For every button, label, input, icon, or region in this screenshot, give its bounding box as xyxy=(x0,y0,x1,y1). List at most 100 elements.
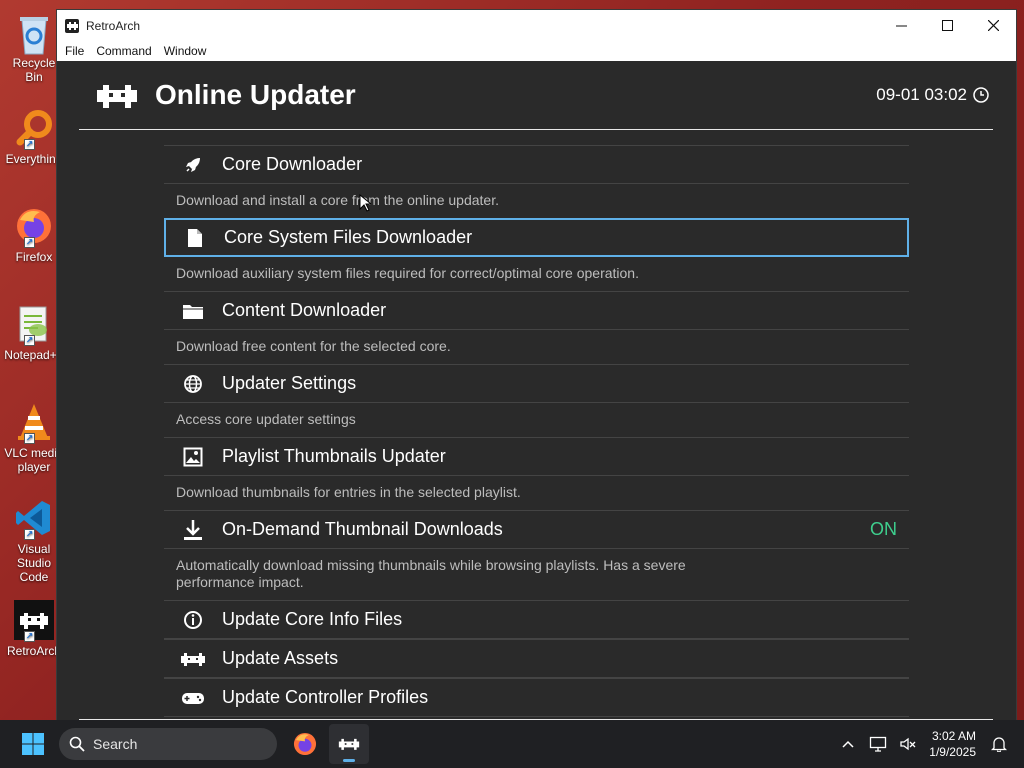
notifications-button[interactable] xyxy=(984,736,1014,752)
retroarch-icon xyxy=(65,18,79,33)
shortcut-arrow-icon: ↗ xyxy=(24,237,35,248)
desktop-icon-label: Everything xyxy=(5,152,63,166)
desktop-icon-everything[interactable]: ↗ Everything xyxy=(4,108,64,166)
retroarch-window: RetroArch File Command Window Online Upd… xyxy=(56,9,1017,721)
page-title: Online Updater xyxy=(155,79,356,110)
firefox-icon xyxy=(293,732,317,756)
system-tray: 3:02 AM 1/9/2025 xyxy=(833,728,1024,760)
desktop-icon-vscode[interactable]: ↗ Visual Studio Code xyxy=(4,498,64,584)
desktop-icon-label: Notepad++ xyxy=(4,348,64,362)
menu-item-label: Content Downloader xyxy=(222,300,387,320)
windows-logo-icon xyxy=(22,733,44,755)
firefox-icon: ↗ xyxy=(14,206,54,248)
network-button[interactable] xyxy=(863,736,893,752)
menu-item-sublabel: Download thumbnails for entries in the s… xyxy=(176,484,521,500)
retroarch-menu-area: Online Updater 09-01 03:02 Core Download… xyxy=(57,61,1016,721)
menu-item-sublabel: Access core updater settings xyxy=(176,411,356,427)
search-icon xyxy=(69,736,85,752)
menu-bar: File Command Window xyxy=(57,41,1016,61)
menu-item-label: Update Controller Profiles xyxy=(222,687,429,707)
network-icon xyxy=(870,736,887,752)
desktop-icon-label: Firefox xyxy=(15,250,53,264)
menu-item-label: Playlist Thumbnails Updater xyxy=(222,446,446,466)
menu-item-sublabel: Automatically download missing thumbnail… xyxy=(176,557,686,590)
mouse-cursor-icon xyxy=(359,194,371,212)
chevron-up-icon xyxy=(842,740,854,748)
download-icon xyxy=(164,519,222,541)
vscode-icon: ↗ xyxy=(14,498,54,540)
bell-icon xyxy=(991,737,1007,752)
vlc-icon: ↗ xyxy=(14,402,54,444)
desktop-icon-notepadpp[interactable]: ↗ Notepad++ xyxy=(4,304,64,362)
taskbar-firefox[interactable] xyxy=(285,724,325,764)
close-button[interactable] xyxy=(970,10,1016,41)
menu-item-label: On-Demand Thumbnail Downloads xyxy=(222,519,503,539)
clock-icon xyxy=(973,87,989,103)
taskbar-time: 3:02 AM xyxy=(931,729,976,743)
menu-item-update-controller-profiles[interactable]: Update Controller Profiles xyxy=(164,678,909,717)
info-icon xyxy=(164,610,222,630)
retroarch-icon: ↗ xyxy=(14,600,54,642)
menu-item-label: Core Downloader xyxy=(222,154,363,174)
menu-item-core-system-files-downloader[interactable]: Core System Files Downloader xyxy=(164,218,909,257)
menu-item-playlist-thumbnails-updater[interactable]: Playlist Thumbnails Updater xyxy=(164,437,909,476)
menu-item-update-core-info-files[interactable]: Update Core Info Files xyxy=(164,600,909,639)
desktop-icon-retroarch[interactable]: ↗ RetroArch xyxy=(4,600,64,658)
title-bar[interactable]: RetroArch xyxy=(57,10,1016,41)
menu-item-content-downloader[interactable]: Content Downloader xyxy=(164,291,909,330)
speaker-muted-icon xyxy=(900,737,916,751)
retroarch-logo-icon xyxy=(97,85,137,108)
menu-item-core-downloader[interactable]: Core Downloader xyxy=(164,145,909,184)
notepad-icon: ↗ xyxy=(14,304,54,346)
search-placeholder: Search xyxy=(93,736,138,752)
menu-item-updater-settings[interactable]: Updater Settings xyxy=(164,364,909,403)
file-icon xyxy=(166,228,224,248)
desktop-icon-firefox[interactable]: ↗ Firefox xyxy=(4,206,64,264)
toggle-value[interactable]: ON xyxy=(870,519,909,540)
menu-item-sublabel: Download auxiliary system files required… xyxy=(176,265,639,281)
menu-item-label: Update Core Info Files xyxy=(222,609,403,629)
desktop-icon-label: Visual Studio Code xyxy=(16,542,52,584)
menu-item-sublabel: Download and install a core from the onl… xyxy=(176,192,499,208)
menu-window[interactable]: Window xyxy=(158,44,213,58)
globe-icon xyxy=(164,374,222,394)
minimize-icon xyxy=(895,25,907,27)
taskbar-search[interactable]: Search xyxy=(59,728,277,760)
shortcut-arrow-icon: ↗ xyxy=(24,631,35,642)
maximize-icon xyxy=(941,20,953,31)
image-icon xyxy=(164,447,222,467)
menu-item-label: Core System Files Downloader xyxy=(224,227,473,247)
magnifier-icon: ↗ xyxy=(14,108,54,150)
menu-file[interactable]: File xyxy=(59,44,90,58)
shortcut-arrow-icon: ↗ xyxy=(24,433,35,444)
ra-header: Online Updater 09-01 03:02 xyxy=(79,61,993,130)
recycle-bin-icon xyxy=(14,12,54,55)
desktop-icon-recycle-bin[interactable]: Recycle Bin xyxy=(4,12,64,84)
menu-item-on-demand-thumbnail-downloads[interactable]: On-Demand Thumbnail Downloads ON xyxy=(164,510,909,549)
taskbar-retroarch[interactable] xyxy=(329,724,369,764)
shortcut-arrow-icon: ↗ xyxy=(24,139,35,150)
menu-item-update-assets[interactable]: Update Assets xyxy=(164,639,909,678)
updater-menu-list: Core Downloader Download and install a c… xyxy=(164,145,909,717)
retroarch-icon xyxy=(338,738,360,750)
menu-command[interactable]: Command xyxy=(90,44,157,58)
show-hidden-icons-button[interactable] xyxy=(833,740,863,748)
close-icon xyxy=(987,20,999,31)
window-title: RetroArch xyxy=(86,18,141,33)
volume-button[interactable] xyxy=(893,736,923,752)
minimize-button[interactable] xyxy=(878,10,924,41)
retroarch-icon xyxy=(164,651,222,667)
desktop-icon-vlc[interactable]: ↗ VLC media player xyxy=(4,402,64,474)
taskbar-date: 1/9/2025 xyxy=(929,745,976,759)
maximize-button[interactable] xyxy=(924,10,970,41)
menu-item-sublabel: Download free content for the selected c… xyxy=(176,338,451,354)
desktop-icon-label: Recycle Bin xyxy=(12,56,56,84)
ra-clock: 09-01 03:02 xyxy=(876,85,993,105)
shortcut-arrow-icon: ↗ xyxy=(24,529,35,540)
taskbar-clock[interactable]: 3:02 AM 1/9/2025 xyxy=(923,728,984,760)
rocket-icon xyxy=(164,155,222,175)
clock-text: 09-01 03:02 xyxy=(876,85,967,104)
menu-item-label: Updater Settings xyxy=(222,373,357,393)
desktop-icon-label: RetroArch xyxy=(6,644,62,658)
start-button[interactable] xyxy=(13,724,53,764)
